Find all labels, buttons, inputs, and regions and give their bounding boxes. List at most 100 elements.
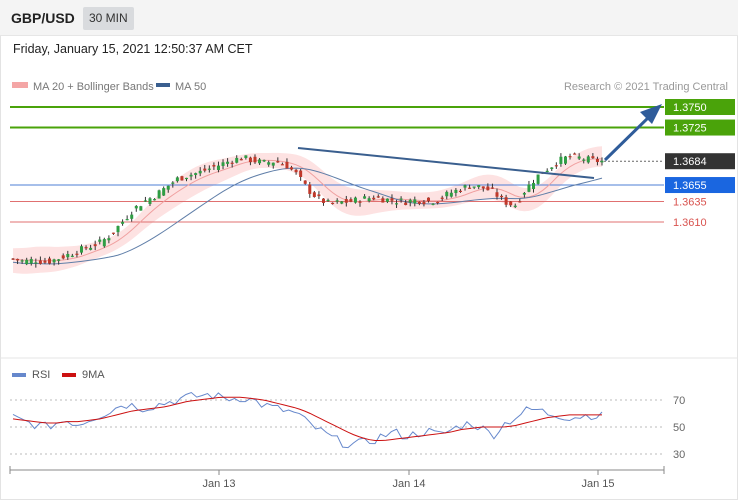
candle-body — [481, 186, 485, 189]
candle-body — [559, 156, 563, 165]
candle-body — [121, 221, 125, 224]
candle-body — [271, 162, 275, 166]
candle-body — [171, 182, 175, 184]
candle-body — [404, 202, 408, 206]
candle-body — [308, 184, 312, 194]
candle-body — [216, 165, 220, 171]
candle-body — [212, 164, 216, 167]
candle-body — [600, 160, 604, 163]
candle-body — [79, 246, 83, 253]
candle-body — [532, 182, 536, 190]
price-chart: MA 20 + Bollinger Bands MA 50 Research ©… — [0, 81, 738, 490]
candle-body — [509, 201, 513, 206]
candle-body — [426, 197, 430, 202]
candle-body — [312, 192, 316, 197]
candle-body — [111, 232, 115, 234]
candle-body — [568, 156, 572, 158]
candle-body — [477, 185, 481, 188]
candle-body — [198, 170, 202, 174]
candle-body — [262, 159, 266, 162]
rsi-legend-label: RSI — [32, 369, 50, 381]
candle-body — [372, 197, 376, 200]
candle-body — [495, 192, 499, 197]
candle-body — [545, 170, 549, 173]
candle-body — [25, 259, 29, 265]
candle-body — [66, 254, 70, 258]
candle-body — [29, 259, 33, 264]
candle-body — [230, 162, 234, 164]
candle-body — [586, 156, 590, 163]
time-label-Jan-13: Jan 13 — [202, 478, 235, 490]
candle-body — [399, 198, 403, 200]
candle-body — [445, 191, 449, 197]
candle-body — [207, 168, 211, 170]
candle-body — [157, 190, 161, 199]
candle-body — [500, 195, 504, 198]
candle-body — [472, 186, 476, 188]
candle-body — [239, 158, 243, 161]
candle-body — [235, 157, 239, 163]
candle-body — [102, 239, 106, 247]
ma50-legend-label: MA 50 — [175, 81, 206, 93]
candle-body — [490, 187, 494, 189]
candle-body — [591, 156, 595, 159]
candle-body — [267, 162, 271, 165]
time-label-Jan-14: Jan 14 — [392, 478, 425, 490]
candle-body — [504, 197, 508, 205]
candle-body — [317, 194, 321, 197]
candle-body — [408, 199, 412, 203]
rsi-line — [12, 391, 603, 449]
candle-body — [162, 188, 166, 196]
candle-body — [573, 153, 577, 155]
bollinger-band — [13, 146, 602, 274]
candle-body — [463, 185, 467, 188]
candle-body — [253, 156, 257, 163]
candle-body — [189, 174, 193, 177]
candle-body — [527, 184, 531, 192]
candle-body — [38, 260, 42, 264]
rsi-tick-30: 30 — [673, 449, 685, 461]
candle-body — [75, 253, 79, 255]
candle-body — [166, 185, 170, 190]
candle-body — [98, 239, 102, 242]
candle-body — [395, 203, 399, 205]
candle-body — [431, 203, 435, 205]
ma9-legend-label: 9MA — [82, 369, 105, 381]
rsi-legend-swatch — [12, 373, 26, 377]
candle-body — [436, 201, 440, 204]
candle-body — [376, 196, 380, 198]
candle-body — [349, 199, 353, 202]
candle-body — [417, 201, 421, 204]
candle-body — [143, 200, 147, 202]
level-label-1.3655: 1.3655 — [673, 180, 707, 192]
candle-body — [290, 167, 294, 170]
ma50-legend-swatch — [156, 83, 170, 87]
candle-body — [413, 199, 417, 204]
candle-body — [139, 206, 143, 211]
candle-body — [153, 199, 157, 201]
resistance-trendline — [297, 147, 595, 179]
candle-body — [244, 155, 248, 158]
level-label-1.3635: 1.3635 — [673, 196, 707, 208]
candle-body — [299, 170, 303, 177]
candle-body — [48, 258, 52, 264]
level-label-1.3684: 1.3684 — [673, 156, 707, 168]
candle-body — [454, 189, 458, 193]
candle-body — [422, 202, 426, 205]
candle-body — [513, 205, 517, 208]
candle-body — [34, 262, 38, 264]
candle-body — [358, 201, 362, 203]
candle-body — [43, 260, 47, 263]
candle-body — [554, 165, 558, 167]
candle-body — [61, 255, 65, 259]
candle-body — [518, 201, 522, 203]
candle-body — [331, 202, 335, 205]
candle-body — [381, 198, 385, 203]
ma20-legend-swatch — [12, 82, 28, 88]
candle-body — [577, 156, 581, 159]
candle-body — [20, 260, 24, 262]
candle-body — [458, 190, 462, 192]
candle-body — [116, 225, 120, 233]
candle-body — [449, 192, 453, 197]
candle-body — [344, 199, 348, 203]
